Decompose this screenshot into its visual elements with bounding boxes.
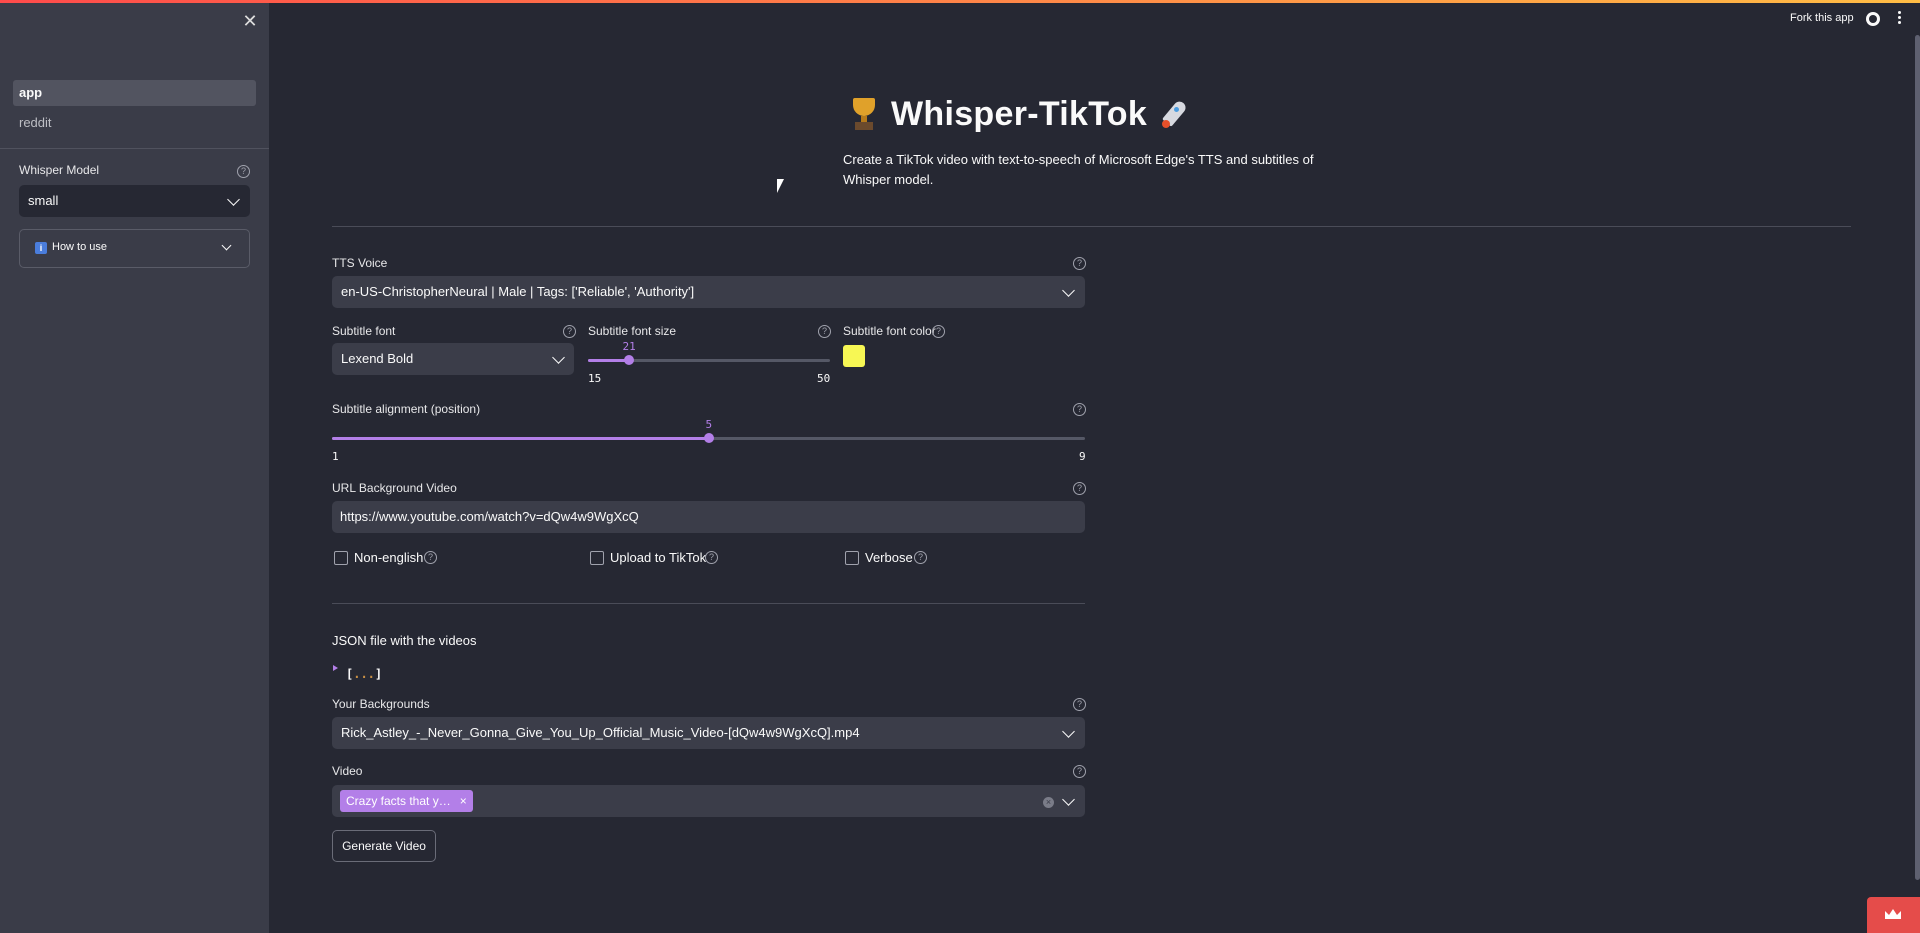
trophy-icon — [849, 96, 879, 132]
json-section-heading: JSON file with the videos — [332, 633, 477, 648]
slider-fill — [332, 437, 709, 440]
subtitle-alignment-slider[interactable] — [332, 433, 1085, 443]
chevron-down-icon — [227, 193, 240, 206]
subtitle-font-value: Lexend Bold — [341, 351, 414, 366]
fork-app-link[interactable]: Fork this app — [1790, 12, 1854, 24]
github-icon[interactable] — [1866, 12, 1880, 26]
sidebar: ✕ app reddit Whisper Model ? small i How… — [0, 0, 269, 933]
verbose-checkbox[interactable] — [845, 551, 859, 565]
subtitle-font-label: Subtitle font — [332, 324, 396, 338]
json-collapsed-dots: ... — [353, 667, 375, 681]
how-to-use-label: How to use — [52, 241, 108, 253]
slider-min-label: 1 — [332, 450, 339, 463]
rocket-icon — [1159, 98, 1191, 130]
sidebar-divider — [0, 148, 269, 149]
chevron-down-icon — [221, 240, 232, 251]
color-picker-swatch[interactable] — [843, 345, 865, 367]
help-icon[interactable]: ? — [1073, 403, 1086, 416]
close-sidebar-icon[interactable]: ✕ — [241, 12, 259, 30]
help-icon[interactable]: ? — [914, 551, 927, 564]
help-icon[interactable]: ? — [1073, 765, 1086, 778]
help-icon[interactable]: ? — [1073, 698, 1086, 711]
help-icon[interactable]: ? — [563, 325, 576, 338]
slider-max-label: 9 — [1079, 450, 1086, 463]
sidebar-item-reddit[interactable]: reddit — [13, 110, 256, 136]
video-tag[interactable]: Crazy facts that y… × — [340, 790, 473, 812]
subtitle-alignment-label: Subtitle alignment (position) — [332, 402, 481, 416]
non-english-label: Non-english — [354, 550, 424, 565]
top-decoration-bar — [0, 0, 1920, 3]
url-background-value: https://www.youtube.com/watch?v=dQw4w9Wg… — [340, 509, 639, 524]
video-tag-label: Crazy facts that y… — [346, 794, 451, 808]
whisper-model-value: small — [28, 193, 59, 208]
page-subtitle: Create a TikTok video with text-to-speec… — [843, 152, 1314, 187]
whisper-model-select[interactable]: small — [19, 185, 250, 217]
url-background-label: URL Background Video — [332, 481, 457, 495]
crown-icon — [1885, 909, 1901, 919]
divider — [332, 226, 1851, 227]
verbose-label: Verbose — [865, 550, 913, 565]
slider-fill — [588, 359, 629, 362]
expand-triangle-icon[interactable] — [333, 665, 338, 671]
chevron-down-icon — [1062, 725, 1075, 738]
help-icon[interactable]: ? — [705, 551, 718, 564]
subtitle-font-size-value: 21 — [622, 340, 636, 353]
backgrounds-select[interactable]: Rick_Astley_-_Never_Gonna_Give_You_Up_Of… — [332, 717, 1085, 749]
clear-all-icon[interactable]: × — [1043, 797, 1054, 808]
json-viewer[interactable]: [...] — [346, 667, 382, 681]
streamlit-badge[interactable] — [1867, 897, 1920, 933]
divider — [332, 603, 1085, 604]
backgrounds-value: Rick_Astley_-_Never_Gonna_Give_You_Up_Of… — [341, 725, 860, 740]
slider-thumb[interactable] — [624, 355, 634, 365]
whisper-model-label: Whisper Model — [19, 163, 100, 177]
help-icon[interactable]: ? — [1073, 482, 1086, 495]
sidebar-item-app[interactable]: app — [13, 80, 256, 106]
slider-thumb[interactable] — [704, 433, 714, 443]
backgrounds-label: Your Backgrounds — [332, 697, 430, 711]
tts-voice-select[interactable]: en-US-ChristopherNeural | Male | Tags: [… — [332, 276, 1085, 308]
subtitle-font-size-label: Subtitle font size — [588, 324, 677, 338]
upload-tiktok-checkbox[interactable] — [590, 551, 604, 565]
upload-tiktok-label: Upload to TikTok — [610, 550, 707, 565]
subtitle-font-color-label: Subtitle font color — [843, 324, 936, 338]
help-icon[interactable]: ? — [424, 551, 437, 564]
remove-tag-icon[interactable]: × — [460, 790, 467, 812]
main-menu-icon[interactable] — [1896, 10, 1902, 26]
help-icon[interactable]: ? — [237, 165, 250, 178]
subtitle-font-size-slider[interactable] — [588, 355, 830, 365]
info-icon: i — [35, 242, 47, 254]
page-title: Whisper-TikTok — [891, 94, 1148, 133]
generate-video-button[interactable]: Generate Video — [332, 830, 436, 862]
video-label: Video — [332, 764, 363, 778]
tts-voice-value: en-US-ChristopherNeural | Male | Tags: [… — [341, 284, 695, 299]
help-icon[interactable]: ? — [818, 325, 831, 338]
scrollbar[interactable] — [1915, 35, 1920, 880]
page-title-row: Whisper-TikTok — [849, 92, 1191, 136]
subtitle-alignment-value: 5 — [705, 418, 713, 431]
non-english-checkbox[interactable] — [334, 551, 348, 565]
slider-max-label: 50 — [817, 372, 831, 385]
help-icon[interactable]: ? — [1073, 257, 1086, 270]
subtitle-font-select[interactable]: Lexend Bold — [332, 343, 574, 375]
chevron-down-icon — [1062, 793, 1075, 806]
slider-min-label: 15 — [588, 372, 602, 385]
help-icon[interactable]: ? — [932, 325, 945, 338]
tts-voice-label: TTS Voice — [332, 256, 388, 270]
mouse-cursor — [777, 179, 784, 193]
chevron-down-icon — [1062, 284, 1075, 297]
how-to-use-expander[interactable]: i How to use — [19, 229, 250, 268]
sidebar-nav: app reddit — [13, 80, 256, 140]
url-background-input[interactable]: https://www.youtube.com/watch?v=dQw4w9Wg… — [332, 501, 1085, 533]
chevron-down-icon — [552, 351, 565, 364]
